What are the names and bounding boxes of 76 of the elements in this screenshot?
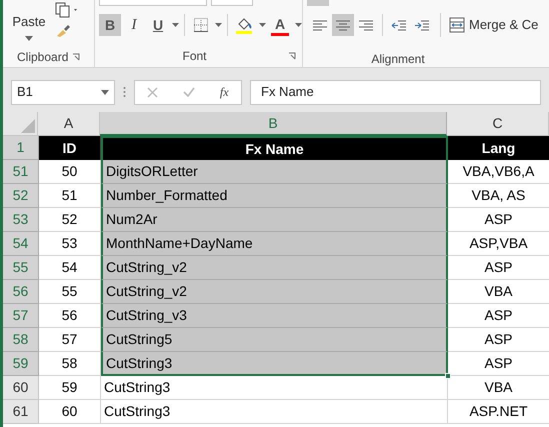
row-header[interactable]: 61 — [3, 400, 39, 424]
check-icon[interactable] — [183, 87, 196, 97]
group-label: Alignment — [371, 52, 425, 66]
align-right-icon — [358, 18, 374, 32]
table-cell: CutString5 — [101, 328, 448, 352]
table-cell: 56 — [39, 304, 101, 328]
column-title: Fx Name — [101, 136, 448, 160]
copy-icon[interactable] — [55, 2, 79, 18]
bold-button[interactable]: B — [99, 14, 121, 36]
underline-button[interactable]: U — [147, 14, 169, 36]
row-header[interactable]: 53 — [3, 208, 39, 232]
italic-button[interactable]: I — [123, 14, 145, 36]
table-cell: 51 — [39, 184, 101, 208]
table-cell: 53 — [39, 232, 101, 256]
table-cell: 52 — [39, 208, 101, 232]
align-center-icon — [335, 18, 351, 32]
caret-icon[interactable] — [214, 23, 222, 27]
formula-field[interactable]: Fx Name — [250, 80, 541, 104]
paste-button[interactable]: Paste — [3, 0, 55, 48]
caret-icon[interactable] — [172, 23, 179, 27]
indent-decrease-icon — [391, 18, 407, 32]
table-cell: 58 — [39, 352, 101, 376]
caret-icon[interactable] — [259, 23, 266, 27]
launcher-icon[interactable] — [72, 53, 80, 61]
insert-function-button[interactable]: fx — [220, 83, 229, 101]
table-cell: CutString3 — [101, 352, 448, 376]
table-cell: CutString_v2 — [101, 256, 448, 280]
row-header[interactable]: 58 — [3, 328, 39, 352]
table-cell: 55 — [39, 280, 101, 304]
font-name-field[interactable] — [99, 0, 207, 6]
row-header[interactable]: 52 — [3, 184, 39, 208]
table-cell: CutString3 — [101, 376, 448, 400]
grip-icon[interactable] — [123, 86, 126, 98]
borders-icon — [194, 18, 208, 32]
group-label: Clipboard — [17, 49, 68, 66]
column-header[interactable]: A — [38, 112, 100, 136]
launcher-icon[interactable] — [288, 52, 296, 60]
row-header[interactable]: 57 — [3, 304, 39, 328]
align-center-button[interactable] — [332, 14, 354, 36]
column-header[interactable]: C — [447, 112, 549, 136]
table-cell: Num2Ar — [101, 208, 448, 232]
row-header[interactable]: 56 — [3, 280, 39, 304]
row-header[interactable]: 51 — [3, 160, 39, 184]
column-header[interactable]: B — [100, 112, 447, 136]
caret-icon[interactable] — [25, 36, 33, 40]
table-cell: Number_Formatted — [101, 184, 448, 208]
table-cell: MonthName+DayName — [101, 232, 448, 256]
table-cell: 59 — [39, 376, 101, 400]
dropdown-icon[interactable] — [101, 90, 109, 94]
column-title: ID — [39, 136, 101, 160]
row-header[interactable]: 55 — [3, 256, 39, 280]
fill-handle[interactable] — [445, 373, 451, 379]
row-header[interactable]: 60 — [3, 376, 39, 400]
font-size-field[interactable] — [211, 0, 253, 6]
merge-button[interactable]: Merge & Ce — [469, 15, 538, 35]
table-cell: CutString3 — [101, 400, 448, 424]
table-cell: 54 — [39, 256, 101, 280]
column-title: Lang — [448, 136, 549, 160]
table-cell: 50 — [39, 160, 101, 184]
table-cell: CutString_v2 — [101, 280, 448, 304]
table-cell: 60 — [39, 400, 101, 424]
indent-increase-icon — [414, 18, 430, 32]
row-header[interactable]: 1 — [3, 136, 39, 160]
table-cell: 57 — [39, 328, 101, 352]
table-cell: DigitsORLetter — [101, 160, 448, 184]
paint-bucket-icon — [235, 16, 253, 34]
brush-icon[interactable] — [55, 24, 71, 38]
table-cell: CutString_v3 — [101, 304, 448, 328]
font-color-button[interactable]: A — [268, 14, 292, 36]
caret-icon[interactable] — [295, 23, 302, 27]
name-box[interactable]: B1 — [11, 80, 115, 104]
align-left-icon — [312, 18, 328, 32]
row-header[interactable]: 59 — [3, 352, 39, 376]
row-header[interactable]: 54 — [3, 232, 39, 256]
group-label: Font — [181, 48, 208, 65]
merge-icon[interactable] — [449, 17, 465, 33]
